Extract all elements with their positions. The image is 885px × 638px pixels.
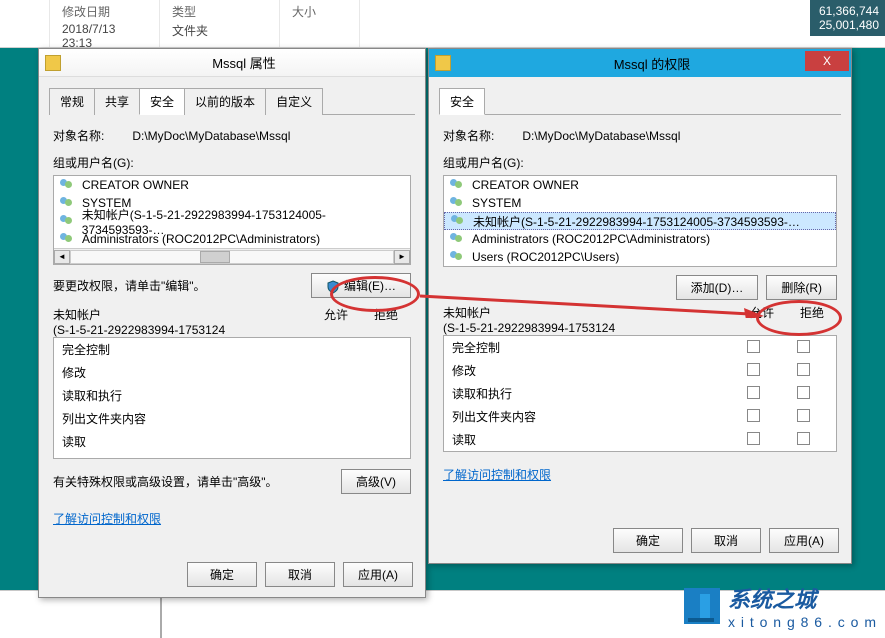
tab-strip: 安全 xyxy=(439,87,841,115)
edit-hint: 要更改权限，请单击"编辑"。 xyxy=(53,277,206,294)
watermark: 系统之城 x i t o n g 8 6 . c o m xyxy=(684,582,877,630)
allow-checkbox[interactable] xyxy=(747,409,760,422)
allow-header: 允许 xyxy=(737,304,787,335)
users-icon xyxy=(60,232,76,246)
deny-checkbox[interactable] xyxy=(797,386,810,399)
permissions-list: 完全控制 修改 读取和执行 列出文件夹内容 读取 xyxy=(443,335,837,452)
user-icon xyxy=(60,214,76,228)
deny-checkbox[interactable] xyxy=(797,340,810,353)
perm-row: 读取和执行 xyxy=(444,382,836,405)
apply-button[interactable]: 应用(A) xyxy=(343,562,413,587)
permissions-dialog: Mssql 的权限 X 安全 对象名称: D:\MyDoc\MyDatabase… xyxy=(428,48,852,564)
ok-button[interactable]: 确定 xyxy=(613,528,683,553)
edit-button[interactable]: 编辑(E)… xyxy=(311,273,411,298)
user-list[interactable]: CREATOR OWNER SYSTEM 未知帐户(S-1-5-21-29229… xyxy=(443,175,837,267)
groups-label: 组或用户名(G): xyxy=(53,154,411,171)
ok-button[interactable]: 确定 xyxy=(187,562,257,587)
users-icon xyxy=(450,232,466,246)
tab-previous[interactable]: 以前的版本 xyxy=(184,88,266,115)
titlebar[interactable]: Mssql 属性 xyxy=(39,49,425,77)
tab-security[interactable]: 安全 xyxy=(139,88,185,115)
tab-custom[interactable]: 自定义 xyxy=(265,88,323,115)
perm-row: 列出文件夹内容 xyxy=(444,405,836,428)
cancel-button[interactable]: 取消 xyxy=(265,562,335,587)
list-item: Administrators (ROC2012PC\Administrators… xyxy=(444,230,836,248)
list-item: CREATOR OWNER xyxy=(54,176,410,194)
allow-checkbox[interactable] xyxy=(747,363,760,376)
deny-checkbox[interactable] xyxy=(797,432,810,445)
permissions-list: 完全控制 修改 读取和执行 列出文件夹内容 读取 写入 xyxy=(53,337,411,459)
tab-share[interactable]: 共享 xyxy=(94,88,140,115)
scroll-right-icon[interactable]: ► xyxy=(394,250,410,264)
list-item: SYSTEM xyxy=(444,194,836,212)
allow-checkbox[interactable] xyxy=(747,386,760,399)
explorer-row[interactable]: 2018/7/13 23:13 文件夹 xyxy=(0,22,885,50)
watermark-url: x i t o n g 8 6 . c o m xyxy=(728,614,877,630)
dialog-title: Mssql 属性 xyxy=(69,53,419,72)
perm-row: 读取 xyxy=(54,430,410,453)
user-list[interactable]: CREATOR OWNER SYSTEM 未知帐户(S-1-5-21-29229… xyxy=(53,175,411,265)
deny-header: 拒绝 xyxy=(361,306,411,337)
list-item: CREATOR OWNER xyxy=(444,176,836,194)
remove-button[interactable]: 删除(R) xyxy=(766,275,837,300)
perm-row: 完全控制 xyxy=(444,336,836,359)
perm-row: 修改 xyxy=(54,361,410,384)
list-item: 未知帐户(S-1-5-21-2922983994-1753124005-3734… xyxy=(54,212,410,230)
h-scrollbar[interactable]: ◄ ► xyxy=(54,248,410,264)
groups-label: 组或用户名(G): xyxy=(443,154,837,171)
tab-security[interactable]: 安全 xyxy=(439,88,485,115)
add-button[interactable]: 添加(D)… xyxy=(676,275,759,300)
shield-icon xyxy=(326,280,340,294)
object-label: 对象名称: xyxy=(53,127,104,144)
object-label: 对象名称: xyxy=(443,127,494,144)
perm-row: 列出文件夹内容 xyxy=(54,407,410,430)
perm-row: 完全控制 xyxy=(54,338,410,361)
properties-dialog: Mssql 属性 常规 共享 安全 以前的版本 自定义 对象名称: D:\MyD… xyxy=(38,48,426,598)
list-item-selected: 未知帐户(S-1-5-21-2922983994-1753124005-3734… xyxy=(444,212,836,230)
users-icon xyxy=(60,196,76,210)
close-button[interactable]: X xyxy=(805,51,849,71)
apply-button[interactable]: 应用(A) xyxy=(769,528,839,553)
users-icon xyxy=(450,178,466,192)
advanced-button[interactable]: 高级(V) xyxy=(341,469,411,494)
deny-checkbox[interactable] xyxy=(797,363,810,376)
logo-icon xyxy=(684,588,720,624)
advanced-hint: 有关特殊权限或高级设置，请单击"高级"。 xyxy=(53,473,278,490)
users-icon xyxy=(450,250,466,264)
user-icon xyxy=(451,214,467,228)
titlebar[interactable]: Mssql 的权限 X xyxy=(429,49,851,77)
perm-row: 修改 xyxy=(444,359,836,382)
scroll-left-icon[interactable]: ◄ xyxy=(54,250,70,264)
learn-link[interactable]: 了解访问控制和权限 xyxy=(53,512,161,526)
tab-general[interactable]: 常规 xyxy=(49,88,95,115)
cancel-button[interactable]: 取消 xyxy=(691,528,761,553)
perm-row: 读取和执行 xyxy=(54,384,410,407)
close-icon: X xyxy=(823,54,831,68)
list-item: Users (ROC2012PC\Users) xyxy=(444,248,836,266)
tab-strip: 常规 共享 安全 以前的版本 自定义 xyxy=(49,87,415,115)
side-stats: 61,366,744 25,001,480 xyxy=(810,0,885,36)
object-path: D:\MyDoc\MyDatabase\Mssql xyxy=(522,129,680,143)
deny-header: 拒绝 xyxy=(787,304,837,335)
learn-link[interactable]: 了解访问控制和权限 xyxy=(443,468,551,482)
folder-icon xyxy=(45,55,61,71)
dialog-title: Mssql 的权限 xyxy=(459,54,845,73)
watermark-brand: 系统之城 xyxy=(728,582,877,614)
users-icon xyxy=(60,178,76,192)
allow-checkbox[interactable] xyxy=(747,432,760,445)
folder-icon xyxy=(435,55,451,71)
users-icon xyxy=(450,196,466,210)
allow-checkbox[interactable] xyxy=(747,340,760,353)
perm-row: 写入 xyxy=(54,453,410,459)
scroll-thumb[interactable] xyxy=(200,251,230,263)
object-path: D:\MyDoc\MyDatabase\Mssql xyxy=(132,129,290,143)
perm-row: 读取 xyxy=(444,428,836,451)
deny-checkbox[interactable] xyxy=(797,409,810,422)
allow-header: 允许 xyxy=(311,306,361,337)
